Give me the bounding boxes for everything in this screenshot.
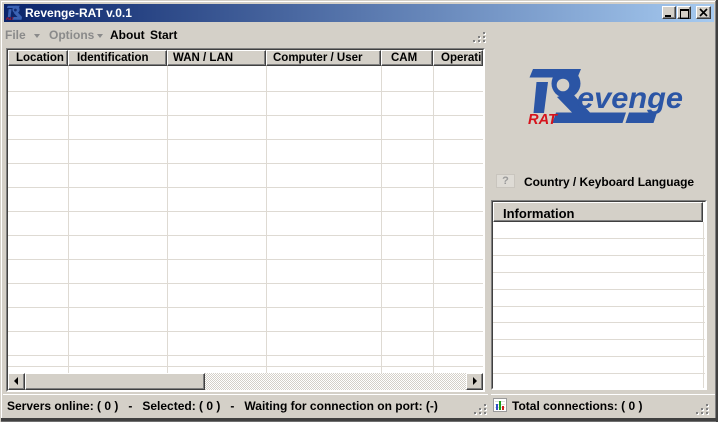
svg-text:evenge: evenge — [577, 82, 683, 115]
svg-text:RAT: RAT — [528, 111, 559, 128]
svg-text:RAT: RAT — [6, 17, 14, 21]
